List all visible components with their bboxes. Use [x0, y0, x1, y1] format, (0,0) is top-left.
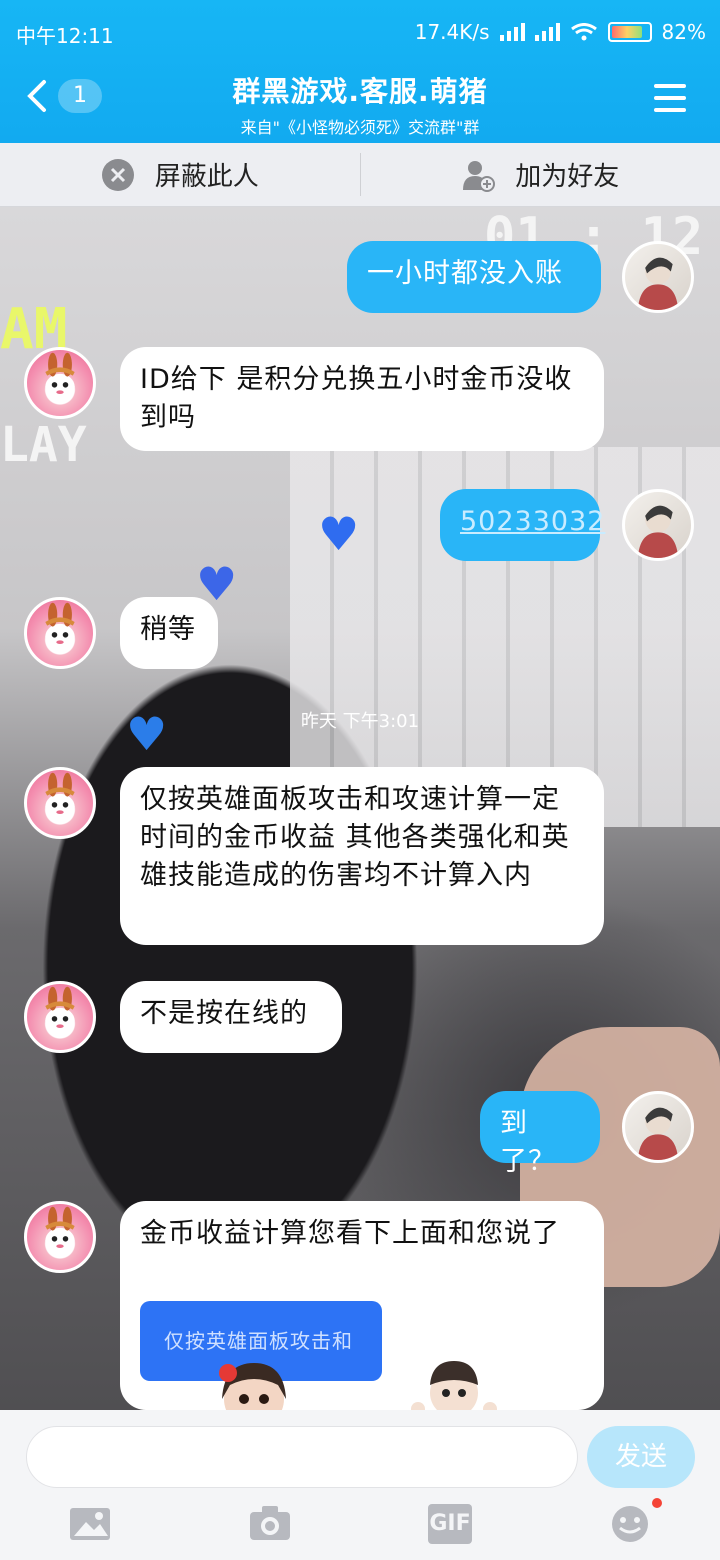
my-avatar[interactable] — [622, 241, 694, 313]
status-right: 17.4K/s 82% — [415, 20, 706, 44]
message-input[interactable] — [26, 1426, 578, 1488]
user-avatar-icon — [637, 505, 679, 558]
message-text: 仅按英雄面板攻击和攻速计算一定时间的金币收益 其他各类强化和英雄技能造成的伤害均… — [140, 784, 570, 891]
header-title-block: 群黑游戏.客服.萌猪 来自"《小怪物必须死》交流群"群 — [0, 70, 720, 138]
message-bubble[interactable]: 不是按在线的 — [120, 981, 342, 1053]
user-avatar-icon — [637, 1107, 679, 1160]
message-bubble[interactable]: 一小时都没入账 — [347, 241, 601, 313]
menu-line — [654, 96, 686, 100]
block-icon — [101, 158, 134, 191]
bunny-avatar-icon — [45, 1206, 75, 1254]
signal-icon-2 — [534, 23, 560, 41]
contact-avatar[interactable] — [24, 347, 96, 419]
menu-button[interactable] — [654, 84, 686, 112]
my-avatar[interactable] — [622, 489, 694, 561]
page-subtitle: 来自"《小怪物必须死》交流群"群 — [240, 118, 480, 137]
message-text: 稍等 — [140, 614, 196, 645]
message-bubble[interactable]: 金币收益计算您看下上面和您说了 仅按英雄面板攻击和 — [120, 1201, 604, 1410]
message-bubble[interactable]: 到了？ — [480, 1091, 600, 1177]
camera-icon[interactable] — [248, 1504, 292, 1544]
add-user-icon — [463, 160, 496, 192]
message-text: 一小时都没入账 — [367, 258, 563, 289]
action-bar: 屏蔽此人 加为好友 — [0, 143, 720, 207]
heart-sticker-icon: ♥ — [318, 507, 360, 561]
net-speed: 17.4K/s — [414, 20, 490, 44]
menu-line — [654, 84, 686, 88]
contact-avatar[interactable] — [24, 767, 96, 839]
status-time: 中午12:11 — [16, 24, 114, 48]
girl-sticker-icon — [219, 1363, 286, 1410]
battery-icon — [607, 22, 652, 42]
user-avatar-icon — [637, 257, 679, 310]
chat-timestamp: 昨天 下午3:01 — [300, 711, 420, 732]
bunny-avatar-icon — [45, 772, 75, 820]
message-bubble[interactable]: 稍等 — [120, 597, 218, 669]
menu-line — [654, 108, 686, 112]
add-friend-button[interactable]: 加为好友 — [361, 143, 720, 206]
signal-icon — [499, 23, 525, 41]
background-text: LAY — [0, 417, 87, 473]
page-title: 群黑游戏.客服.萌猪 — [232, 75, 488, 108]
block-user-button[interactable]: 屏蔽此人 — [0, 143, 360, 206]
gif-icon[interactable]: GIF — [428, 1504, 472, 1544]
bunny-avatar-icon — [45, 602, 75, 650]
wifi-icon — [570, 23, 597, 41]
contact-avatar[interactable] — [24, 597, 96, 669]
message-link-text[interactable]: 50233032 — [460, 506, 605, 537]
input-bar: 发送 GIF — [0, 1410, 720, 1560]
message-bubble[interactable]: 50233032 — [440, 489, 604, 561]
notification-dot — [652, 1498, 662, 1508]
add-friend-label: 加为好友 — [515, 162, 620, 192]
top-bar: 中午12:11 17.4K/s 82% 1 群黑游戏.客服.萌猪 来自"《小怪物… — [0, 0, 720, 143]
my-avatar[interactable] — [622, 1091, 694, 1163]
message-text: 金币收益计算您看下上面和您说了 — [140, 1218, 560, 1249]
boy-sticker-icon — [411, 1361, 497, 1410]
contact-avatar[interactable] — [24, 981, 96, 1053]
bunny-avatar-icon — [45, 352, 75, 400]
battery-percent: 82% — [661, 20, 706, 44]
status-bar: 中午12:11 17.4K/s 82% — [0, 0, 720, 66]
message-bubble[interactable]: ID给下 是积分兑换五小时金币没收到吗 — [120, 347, 604, 451]
message-bubble[interactable]: 仅按英雄面板攻击和攻速计算一定时间的金币收益 其他各类强化和英雄技能造成的伤害均… — [120, 767, 604, 945]
block-user-label: 屏蔽此人 — [154, 162, 259, 192]
send-button[interactable]: 发送 — [587, 1426, 695, 1488]
bunny-avatar-icon — [45, 986, 75, 1034]
contact-avatar[interactable] — [24, 1201, 96, 1273]
input-toolbar: GIF — [0, 1498, 720, 1560]
image-icon[interactable] — [68, 1504, 112, 1544]
emoji-icon[interactable] — [608, 1504, 652, 1544]
quoted-image-text: 仅按英雄面板攻击和 — [164, 1329, 353, 1353]
chat-area[interactable]: ♥ ♥ ♥ 01 : 12 AM LAY 一小时都没入账 ID给下 是积分兑换五… — [0, 207, 720, 1410]
message-text: ID给下 是积分兑换五小时金币没收到吗 — [140, 364, 573, 433]
message-text: 不是按在线的 — [140, 998, 308, 1029]
message-text: 到了？ — [500, 1108, 556, 1177]
